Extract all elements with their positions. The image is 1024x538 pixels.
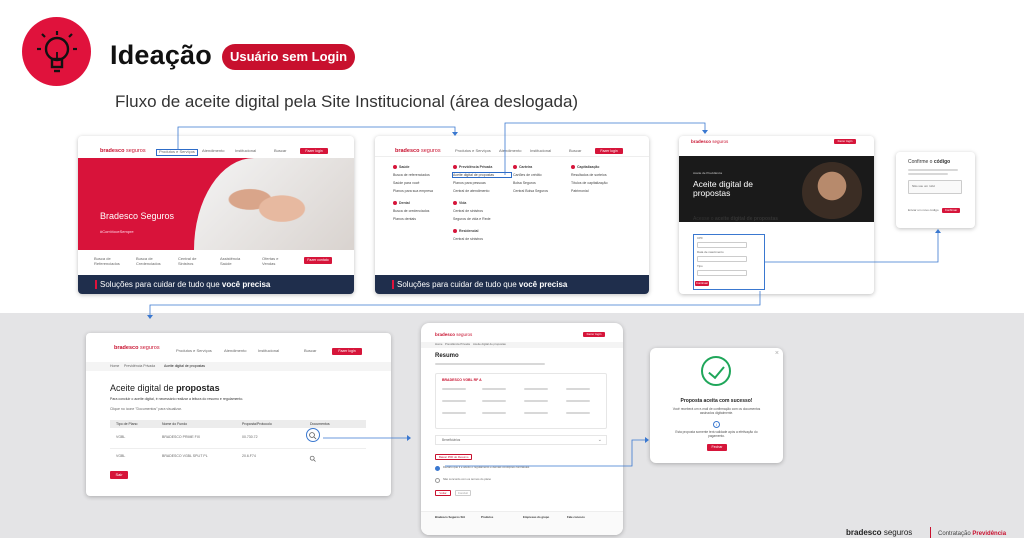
connector-line bbox=[177, 126, 456, 150]
connector-line bbox=[149, 291, 761, 318]
corner-divider bbox=[930, 527, 931, 538]
arrow-head bbox=[452, 132, 458, 136]
connector-line bbox=[445, 439, 648, 467]
connector-line bbox=[765, 230, 939, 263]
arrow-head bbox=[147, 315, 153, 319]
arrow-head bbox=[407, 435, 411, 441]
corner-section-label: Contratação Previdência bbox=[938, 531, 1007, 537]
arrow-head bbox=[702, 130, 708, 134]
connector-line bbox=[504, 122, 706, 175]
corner-brand-logo: bradesco seguros bbox=[846, 528, 913, 537]
arrow-head bbox=[935, 229, 941, 233]
flow-connectors bbox=[147, 122, 941, 467]
arrow-head bbox=[645, 437, 649, 443]
